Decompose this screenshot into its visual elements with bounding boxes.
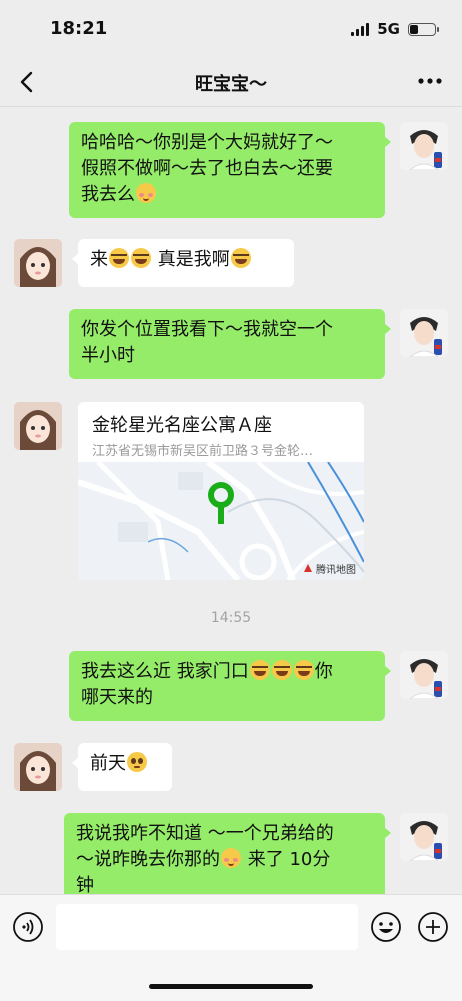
message-line: 哪天来的 [81,687,153,708]
map-attribution: 腾讯地图 [316,565,356,576]
message-text: 来 [90,249,108,270]
message-line: ～说昨晚去你那的 [76,849,220,870]
message-line: 假照不做啊～去了也白去～还要 [81,158,333,179]
message-line: 我去这么近 我家门口 [81,661,249,682]
emoji-icon[interactable] [370,911,402,943]
contact-avatar[interactable] [14,743,62,791]
my-avatar[interactable] [400,813,448,861]
chat-timestamp: 14:55 [210,610,252,626]
status-indicators: 5G [351,20,439,38]
plus-icon[interactable] [417,911,449,943]
laugh-emoji-icon [230,248,251,268]
message-line: 你 [314,661,333,682]
chat-header: 旺宝宝～ [0,58,462,107]
contact-avatar[interactable] [14,402,62,450]
location-title: 金轮星光名座公寓Ａ座 [92,415,272,436]
message-input[interactable] [56,904,358,950]
my-avatar[interactable] [400,122,448,170]
home-indicator [149,984,313,989]
message-line: 钟 [76,875,94,894]
message-line: 我说我咋不知道 ～一个兄弟给的 [76,823,334,844]
message-bubble-sent[interactable]: 我去这么近 我家门口 你 哪天来的 [69,651,391,721]
chat-area[interactable]: 哈哈哈～你别是个大妈就好了～ 假照不做啊～去了也白去～还要 我去么 来 真是我啊… [0,107,462,894]
message-bubble-sent[interactable]: 我说我咋不知道 ～一个兄弟给的 ～说昨晚去你那的 来了 10分 钟 [64,813,391,894]
message-bubble-received[interactable]: 来 真是我啊 [72,239,294,287]
status-bar: 18:21 5G [0,0,462,58]
message-bubble-sent[interactable]: 哈哈哈～你别是个大妈就好了～ 假照不做啊～去了也白去～还要 我去么 [69,122,391,218]
message-bubble-sent[interactable]: 你发个位置我看下～我就空一个 半小时 [69,309,391,379]
location-card[interactable]: 金轮星光名座公寓Ａ座 江苏省无锡市新吴区前卫路３号金轮… 腾讯地图 [78,402,364,580]
message-line: 你发个位置我看下～我就空一个 [81,319,333,340]
my-avatar[interactable] [400,309,448,357]
message-text: 前天 [90,753,126,774]
location-address: 江苏省无锡市新吴区前卫路３号金轮… [92,444,314,459]
pleading-emoji-icon [127,752,147,772]
more-dots-icon[interactable] [416,70,444,92]
laugh-emoji-icon [293,660,314,680]
laugh-emoji-icon [131,248,151,268]
contact-avatar[interactable] [14,239,62,287]
shy-emoji-icon [221,848,241,868]
network-type: 5G [377,20,400,38]
laugh-emoji-icon [109,248,129,268]
message-line: 我去么 [81,184,135,205]
voice-icon[interactable] [12,911,44,943]
laugh-emoji-icon [271,660,292,680]
laugh-emoji-icon [249,660,270,680]
signal-icon [351,22,370,36]
my-avatar[interactable] [400,651,448,699]
battery-icon [408,22,439,36]
chat-title: 旺宝宝～ [195,74,267,95]
message-line: 来了 10分 [247,849,331,870]
status-time: 18:21 [50,18,108,39]
message-bubble-received[interactable]: 前天 [72,743,172,791]
message-text: 真是我啊 [157,249,230,270]
message-line: 哈哈哈～你别是个大妈就好了～ [81,132,333,153]
message-line: 半小时 [81,345,135,366]
shy-emoji-icon [136,183,156,203]
